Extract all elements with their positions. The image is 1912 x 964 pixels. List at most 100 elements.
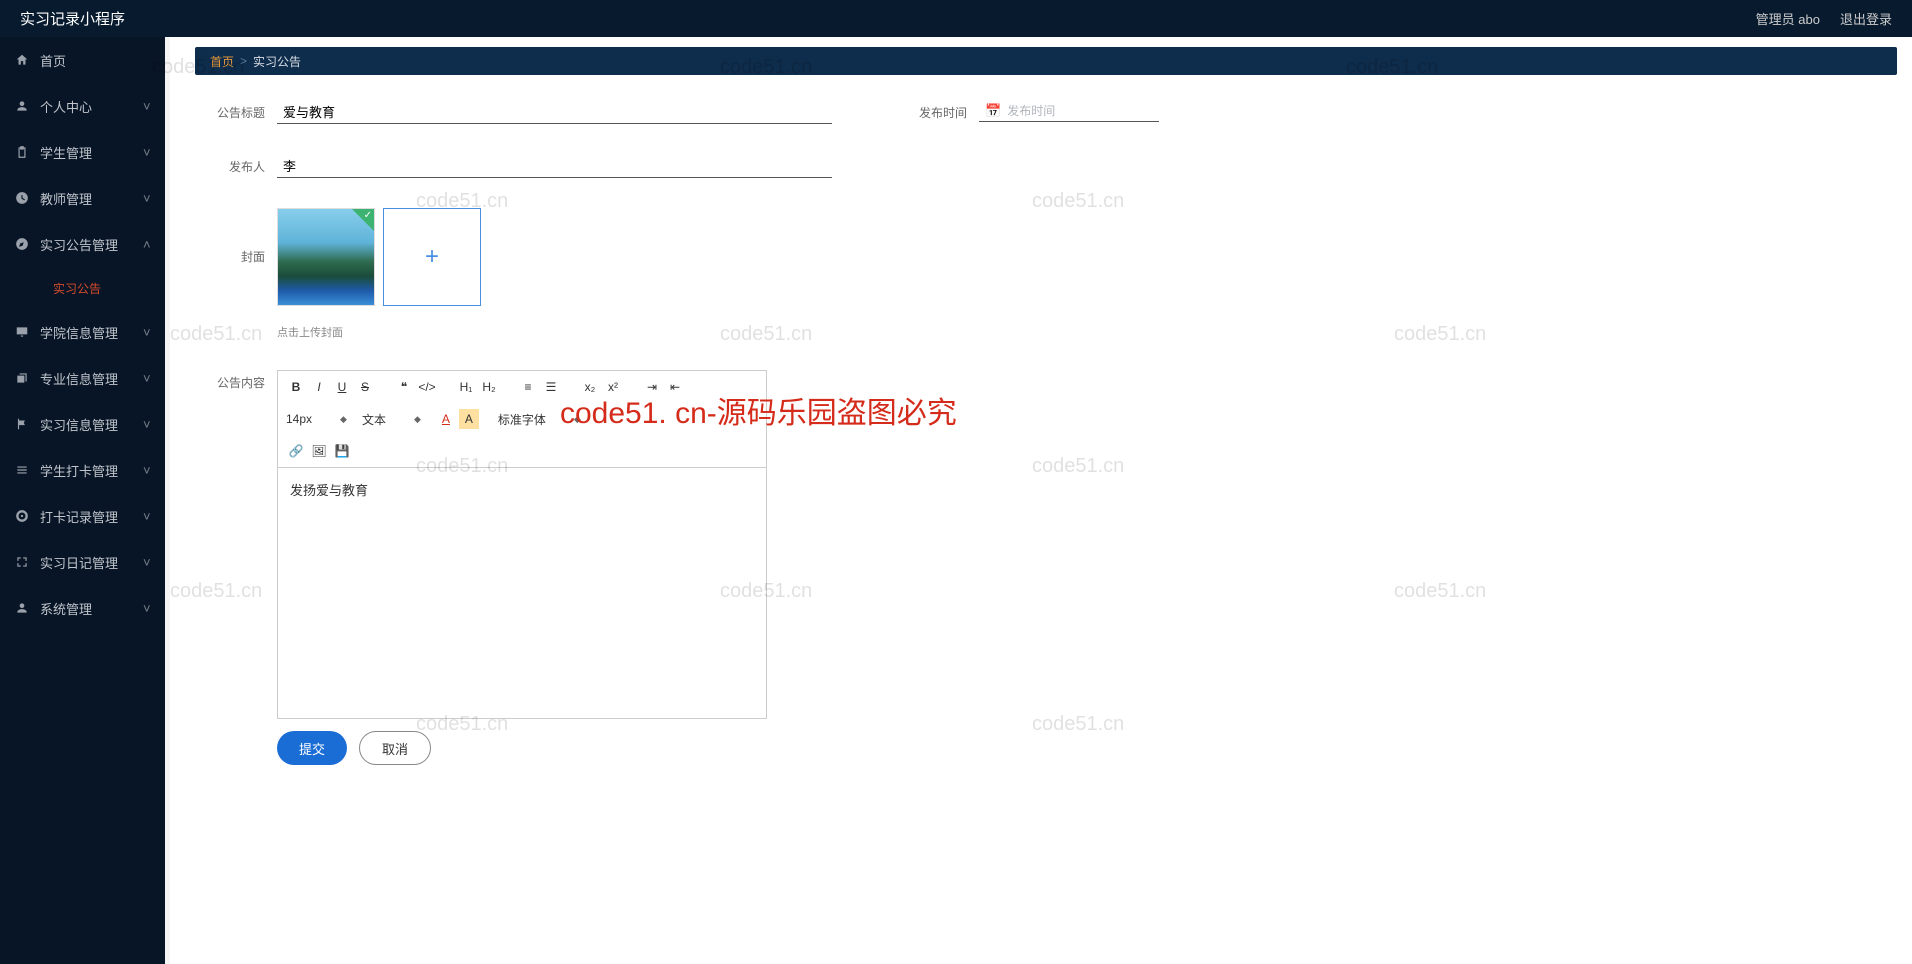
sidebar-item-4[interactable]: 实习公告管理˄ [0,221,165,267]
h2-icon[interactable]: H₂ [479,377,499,397]
chevron-down-icon: ˅ [143,325,153,340]
check-icon [352,209,374,231]
sidebar-item-label: 学院信息管理 [40,323,143,342]
calendar-icon: 📅 [985,103,1001,119]
bold-icon[interactable]: B [286,377,306,397]
sidebar-item-1[interactable]: 个人中心˅ [0,83,165,129]
sidebar-item-10[interactable]: 打卡记录管理˅ [0,493,165,539]
chevron-down-icon: ˅ [143,191,153,206]
sidebar-item-0[interactable]: 首页 [0,37,165,83]
font-style-select[interactable]: 标准字体◆ [498,411,593,428]
copy-icon [12,371,32,385]
breadcrumb-current: 实习公告 [253,53,301,70]
sidebar-item-label: 实习日记管理 [40,553,143,572]
italic-icon[interactable]: I [309,377,329,397]
bg-color-icon[interactable]: A [459,409,479,429]
sidebar-item-label: 实习公告管理 [40,235,143,254]
sidebar-item-11[interactable]: 实习日记管理˅ [0,539,165,585]
link-icon[interactable]: 🔗 [286,441,306,461]
list-ol-icon[interactable]: ≡ [518,377,538,397]
breadcrumb-home[interactable]: 首页 [210,53,234,70]
plus-icon: + [425,243,439,271]
publisher-input[interactable] [277,154,832,178]
chevron-down-icon: ˅ [143,371,153,386]
title-label: 公告标题 [210,100,265,121]
font-color-icon[interactable]: A [436,409,456,429]
title-input[interactable] [277,100,832,124]
superscript-icon[interactable]: x² [603,377,623,397]
upload-hint: 点击上传封面 [277,324,1872,340]
clock-icon [12,191,32,205]
outdent-icon[interactable]: ⇤ [665,377,685,397]
topbar: 实习记录小程序 管理员 abo 退出登录 [0,0,1912,37]
indent-icon[interactable]: ⇥ [642,377,662,397]
expand-icon [12,555,32,569]
clipboard-icon [12,145,32,159]
publisher-label: 发布人 [210,154,265,175]
list-ul-icon[interactable]: ☰ [541,377,561,397]
app-title: 实习记录小程序 [20,8,125,29]
sidebar-item-label: 实习公告 [53,280,153,297]
sidebar-item-label: 学生管理 [40,143,143,162]
strike-icon[interactable]: S [355,377,375,397]
sidebar-item-label: 系统管理 [40,599,143,618]
sidebar-item-12[interactable]: 系统管理˅ [0,585,165,631]
sidebar-item-label: 学生打卡管理 [40,461,143,480]
subscript-icon[interactable]: x₂ [580,377,600,397]
submit-button[interactable]: 提交 [277,731,347,765]
quote-icon[interactable]: ❝ [394,377,414,397]
underline-icon[interactable]: U [332,377,352,397]
cover-label: 封面 [210,208,265,265]
sidebar-item-8[interactable]: 实习信息管理˅ [0,401,165,447]
sidebar-item-label: 打卡记录管理 [40,507,143,526]
font-family-select[interactable]: 文本◆ [362,411,433,428]
breadcrumb-sep: > [240,54,247,68]
chevron-down-icon: ˅ [143,601,153,616]
chevron-down-icon: ˅ [143,463,153,478]
chevron-up-icon: ˄ [143,237,153,252]
content-area: 首页 > 实习公告 公告标题 发布时间 📅 发布时间 [170,37,1912,964]
chevron-down-icon: ˅ [143,555,153,570]
h1-icon[interactable]: H₁ [456,377,476,397]
time-input[interactable]: 📅 发布时间 [979,100,1159,122]
compass-icon [12,237,32,251]
chevron-down-icon: ˅ [143,417,153,432]
time-placeholder: 发布时间 [1007,102,1055,119]
sidebar-item-label: 教师管理 [40,189,143,208]
user-icon [12,99,32,113]
flag-icon [12,417,32,431]
upload-box[interactable]: + [383,208,481,306]
sidebar-item-7[interactable]: 专业信息管理˅ [0,355,165,401]
sidebar-item-label: 实习信息管理 [40,415,143,434]
editor-body[interactable]: 发扬爱与教育 [278,468,766,718]
chevron-down-icon: ˅ [143,145,153,160]
content-label: 公告内容 [210,370,265,391]
monitor-icon [12,325,32,339]
sidebar-item-2[interactable]: 学生管理˅ [0,129,165,175]
code-icon[interactable]: </> [417,377,437,397]
rich-editor: B I U S ❝ </> H₁ H₂ [277,370,767,719]
time-label: 发布时间 [912,100,967,121]
chevron-down-icon: ˅ [143,509,153,524]
admin-label[interactable]: 管理员 abo [1756,9,1820,28]
sidebar-item-6[interactable]: 学院信息管理˅ [0,309,165,355]
sidebar-item-9[interactable]: 学生打卡管理˅ [0,447,165,493]
sidebar-item-label: 专业信息管理 [40,369,143,388]
font-size-select[interactable]: 14px◆ [286,412,359,426]
sidebar: 首页个人中心˅学生管理˅教师管理˅实习公告管理˄实习公告学院信息管理˅专业信息管… [0,37,165,964]
editor-toolbar: B I U S ❝ </> H₁ H₂ [278,371,766,468]
save-icon[interactable]: 💾 [332,441,352,461]
list-icon [12,463,32,477]
cover-thumbnail[interactable] [277,208,375,306]
sidebar-item-5[interactable]: 实习公告 [0,267,165,309]
logout-link[interactable]: 退出登录 [1840,9,1892,28]
sidebar-item-label: 个人中心 [40,97,143,116]
cancel-button[interactable]: 取消 [359,731,431,765]
sidebar-item-3[interactable]: 教师管理˅ [0,175,165,221]
breadcrumb: 首页 > 实习公告 [195,47,1897,75]
image-icon[interactable]: 🖼 [309,441,329,461]
target-icon [12,509,32,523]
home-icon [12,53,32,67]
user-icon [12,601,32,615]
chevron-down-icon: ˅ [143,99,153,114]
